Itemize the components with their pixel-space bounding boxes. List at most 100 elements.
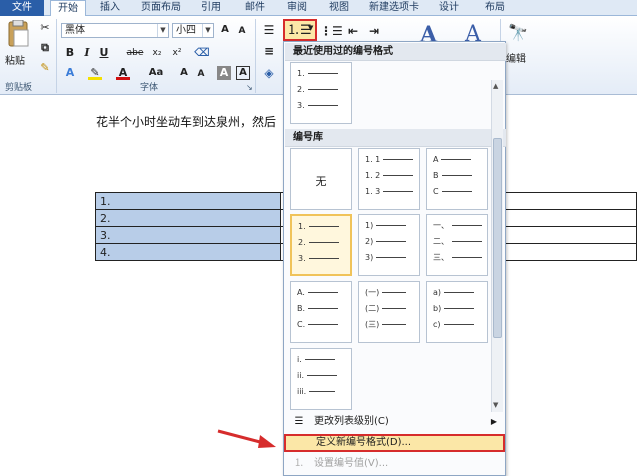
grow-font-icon[interactable]: A	[177, 66, 191, 80]
tile-marker: 1.	[298, 222, 306, 231]
editing-label[interactable]: 编辑	[506, 50, 526, 65]
paste-label[interactable]: 粘贴	[5, 52, 25, 67]
tab-view[interactable]: 视图	[322, 0, 356, 16]
define-new-format-item[interactable]: 定义新编号格式(D)...	[284, 434, 505, 452]
shading-icon[interactable]: ◈	[262, 66, 276, 80]
numbering-tile[interactable]: i. ii. iii.	[290, 348, 352, 410]
tile-marker: b)	[433, 304, 442, 313]
format-painter-icon[interactable]: ✎	[38, 61, 52, 75]
table-cell-number[interactable]: 2.	[94, 209, 282, 227]
copy-icon[interactable]: ⧉	[38, 41, 52, 55]
set-numbering-value-item: ⒈ 设置编号值(V)...	[284, 455, 505, 473]
bullets-icon[interactable]: ☰	[262, 23, 276, 37]
chevron-down-icon[interactable]: ▼	[157, 24, 168, 37]
tile-marker: A.	[297, 288, 305, 297]
tile-marker: iii.	[297, 387, 307, 396]
numbering-tile[interactable]: A B C	[426, 148, 488, 210]
tab-mailings[interactable]: 邮件	[238, 0, 272, 16]
tile-marker: a)	[433, 288, 442, 297]
tile-marker: c)	[433, 320, 441, 329]
numbering-library-header: 编号库	[285, 129, 506, 147]
italic-button[interactable]: I	[80, 46, 94, 60]
increase-indent-icon[interactable]: ⇥	[367, 24, 381, 38]
numbering-tile[interactable]: A. B. C.	[290, 281, 352, 343]
clear-format-icon[interactable]: ⌫	[193, 46, 211, 60]
table-cell-number[interactable]: 3.	[94, 226, 282, 244]
numbering-tile[interactable]: 1. 1 1. 2 1. 3	[358, 148, 420, 210]
scroll-down-icon[interactable]: ▼	[493, 401, 498, 409]
font-size-combo[interactable]: 小四 ▼	[172, 23, 214, 38]
char-border-icon[interactable]: A	[236, 66, 250, 80]
tile-marker: A	[433, 155, 439, 164]
tab-review[interactable]: 审阅	[280, 0, 314, 16]
tile-marker: 一、	[433, 221, 449, 230]
highlight-icon[interactable]: ✎	[88, 66, 102, 80]
clipboard-group-label: 剪贴板	[5, 83, 33, 93]
numbering-tile-selected[interactable]: 1. 2. 3.	[290, 214, 352, 276]
font-group-label: 字体	[140, 83, 159, 93]
dialog-launcher-icon[interactable]: ↘	[246, 83, 253, 92]
tab-page-layout[interactable]: 页面布局	[132, 0, 190, 16]
document-text-line[interactable]: 花半个小时坐动车到达泉州，然后	[96, 113, 276, 130]
numbering-tile[interactable]: a) b) c)	[426, 281, 488, 343]
numbering-button[interactable]: ⒈☰ ▼	[283, 19, 317, 41]
font-color-icon[interactable]: A	[116, 66, 130, 80]
tile-marker: ii.	[297, 371, 304, 380]
text-effects-icon[interactable]: A	[63, 66, 77, 80]
tab-layout[interactable]: 布局	[478, 0, 512, 16]
find-icon[interactable]: 🔭	[508, 23, 528, 42]
strikethrough-button[interactable]: abe	[124, 46, 146, 60]
tab-home[interactable]: 开始	[50, 0, 86, 17]
shrink-font-button[interactable]: A	[235, 24, 249, 38]
tab-file[interactable]: 文件	[0, 0, 44, 16]
tile-marker: 2.	[297, 85, 305, 94]
group-separator	[255, 19, 256, 93]
cut-icon[interactable]: ✂	[38, 21, 52, 35]
multilevel-list-icon[interactable]: ⋮☰	[320, 24, 343, 38]
subscript-button[interactable]: x₂	[150, 46, 164, 60]
tile-marker: i.	[297, 355, 302, 364]
tab-new[interactable]: 新建选项卡	[364, 0, 424, 16]
tab-references[interactable]: 引用	[194, 0, 228, 16]
recent-formats-header: 最近使用过的编号格式	[285, 43, 506, 61]
tab-design[interactable]: 设计	[432, 0, 466, 16]
tile-marker: B	[433, 171, 439, 180]
font-name-combo[interactable]: 黑体 ▼	[61, 23, 169, 38]
numbering-tile[interactable]: (一) (二) (三)	[358, 281, 420, 343]
table-cell-number[interactable]: 4.	[94, 243, 282, 261]
tab-insert[interactable]: 插入	[92, 0, 128, 16]
ribbon-tab-bar: 文件 开始 插入 页面布局 引用 邮件 审阅 视图 新建选项卡 设计 布局	[0, 0, 637, 17]
group-separator	[56, 19, 57, 93]
char-shading-button[interactable]: A	[217, 66, 231, 80]
table-cell-number[interactable]: 1.	[94, 192, 282, 210]
numbering-tile[interactable]: 一、 二、 三、	[426, 214, 488, 276]
tile-marker: (一)	[365, 288, 380, 297]
none-label: 无	[315, 175, 327, 188]
font-name-value: 黑体	[65, 25, 85, 36]
bold-button[interactable]: B	[63, 46, 77, 60]
numbering-value-icon: ⒈	[294, 458, 304, 469]
set-numbering-value-label: 设置编号值(V)...	[314, 458, 389, 469]
chevron-right-icon: ▶	[490, 417, 497, 426]
scrollbar-thumb[interactable]	[493, 138, 502, 338]
align-left-icon[interactable]: ≡	[262, 44, 276, 58]
recent-numbering-tile[interactable]: 1. 2. 3.	[290, 62, 352, 124]
numbering-none-tile[interactable]: 无	[290, 148, 352, 210]
scroll-up-icon[interactable]: ▲	[493, 82, 498, 90]
chevron-down-icon[interactable]: ▼	[202, 24, 213, 37]
decrease-indent-icon[interactable]: ⇤	[346, 24, 360, 38]
change-list-level-label: 更改列表级别(C)	[314, 416, 389, 427]
change-list-level-item[interactable]: ☰ 更改列表级别(C) ▶	[284, 413, 505, 431]
superscript-button[interactable]: x²	[170, 46, 184, 60]
shrink-font-icon[interactable]: A	[194, 67, 208, 81]
tile-marker: 二、	[433, 237, 449, 246]
numbering-tile[interactable]: 1) 2) 3)	[358, 214, 420, 276]
chevron-down-icon[interactable]: ▼	[308, 24, 313, 32]
change-case-button[interactable]: Aa	[145, 66, 167, 80]
tile-marker: 1. 1	[365, 155, 381, 164]
tile-marker: C.	[297, 320, 306, 329]
grow-font-button[interactable]: A	[218, 23, 232, 37]
underline-button[interactable]: U	[97, 46, 111, 60]
tile-marker: C	[433, 187, 439, 196]
paste-icon[interactable]	[6, 19, 30, 50]
